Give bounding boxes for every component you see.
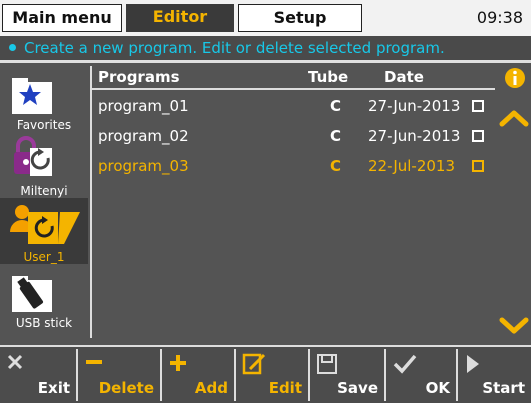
program-date: 27-Jun-2013	[368, 97, 461, 115]
ok-button[interactable]: OK	[386, 349, 458, 401]
edit-button[interactable]: Edit	[236, 349, 310, 401]
save-icon	[317, 354, 337, 374]
table-row[interactable]: program_01 C 27-Jun-2013	[90, 92, 495, 120]
favorite-checkbox[interactable]	[472, 130, 484, 142]
sidebar-item-label: USB stick	[15, 316, 73, 330]
tab-setup[interactable]: Setup	[238, 4, 362, 32]
bottom-toolbar: Exit Delete Add Edit Save OK Start	[0, 345, 531, 403]
program-tube: C	[330, 157, 342, 175]
sidebar-item-label: Favorites	[16, 118, 72, 132]
sidebar-item-miltenyi[interactable]: Miltenyi	[0, 132, 88, 198]
sidebar-item-label: Miltenyi	[20, 184, 68, 198]
table-row[interactable]: program_03 C 22-Jul-2013	[90, 152, 495, 180]
tab-bar: Main menu Editor Setup 09:38	[0, 0, 531, 36]
exit-label: Exit	[37, 379, 70, 397]
program-name: program_02	[98, 127, 189, 145]
sidebar: Favorites Miltenyi User_1 USB stick	[0, 66, 90, 336]
program-name: program_01	[98, 97, 189, 115]
info-dot-icon	[9, 44, 16, 51]
favorite-checkbox[interactable]	[472, 160, 484, 172]
close-icon	[7, 354, 23, 370]
add-button[interactable]: Add	[162, 349, 236, 401]
program-table: Programs Tube Date program_01 C 27-Jun-2…	[90, 66, 495, 338]
ok-label: OK	[425, 379, 450, 397]
add-label: Add	[194, 379, 228, 397]
exit-button[interactable]: Exit	[0, 349, 78, 401]
save-label: Save	[337, 379, 378, 397]
info-line: Create a new program. Edit or delete sel…	[0, 36, 531, 60]
scroll-down-icon[interactable]	[499, 316, 529, 336]
column-header-tube: Tube	[308, 68, 349, 86]
user-refresh-icon	[10, 205, 80, 244]
favorite-checkbox[interactable]	[472, 100, 484, 112]
info-icon[interactable]	[503, 66, 527, 90]
play-icon	[467, 355, 479, 373]
start-label: Start	[482, 379, 525, 397]
scroll-column	[495, 66, 531, 338]
program-tube: C	[330, 127, 342, 145]
checkmark-icon	[393, 354, 417, 374]
sidebar-item-user-1[interactable]: User_1	[0, 198, 88, 264]
separator	[0, 60, 531, 63]
usb-folder-icon	[12, 276, 52, 312]
minus-icon	[86, 360, 102, 364]
save-button[interactable]: Save	[310, 349, 386, 401]
table-header: Programs Tube Date	[90, 66, 495, 90]
program-tube: C	[330, 97, 342, 115]
table-row[interactable]: program_02 C 27-Jun-2013	[90, 122, 495, 150]
lock-refresh-icon	[14, 136, 52, 176]
program-date: 27-Jun-2013	[368, 127, 461, 145]
start-button[interactable]: Start	[458, 349, 531, 401]
sidebar-item-favorites[interactable]: Favorites	[0, 66, 88, 132]
edit-label: Edit	[268, 379, 302, 397]
plus-icon	[170, 355, 186, 371]
info-text: Create a new program. Edit or delete sel…	[24, 39, 445, 57]
column-header-programs: Programs	[98, 68, 180, 86]
program-date: 22-Jul-2013	[368, 157, 456, 175]
sidebar-item-usb-stick[interactable]: USB stick	[0, 264, 88, 330]
sidebar-item-label: User_1	[23, 250, 65, 264]
star-folder-icon	[12, 78, 52, 114]
delete-label: Delete	[98, 379, 154, 397]
column-header-date: Date	[384, 68, 424, 86]
clock: 09:38	[476, 8, 523, 27]
delete-button[interactable]: Delete	[78, 349, 162, 401]
scroll-up-icon[interactable]	[499, 108, 529, 128]
tab-main-menu[interactable]: Main menu	[2, 4, 122, 32]
edit-icon	[242, 353, 266, 375]
program-name: program_03	[98, 157, 189, 175]
tab-editor[interactable]: Editor	[126, 4, 234, 32]
